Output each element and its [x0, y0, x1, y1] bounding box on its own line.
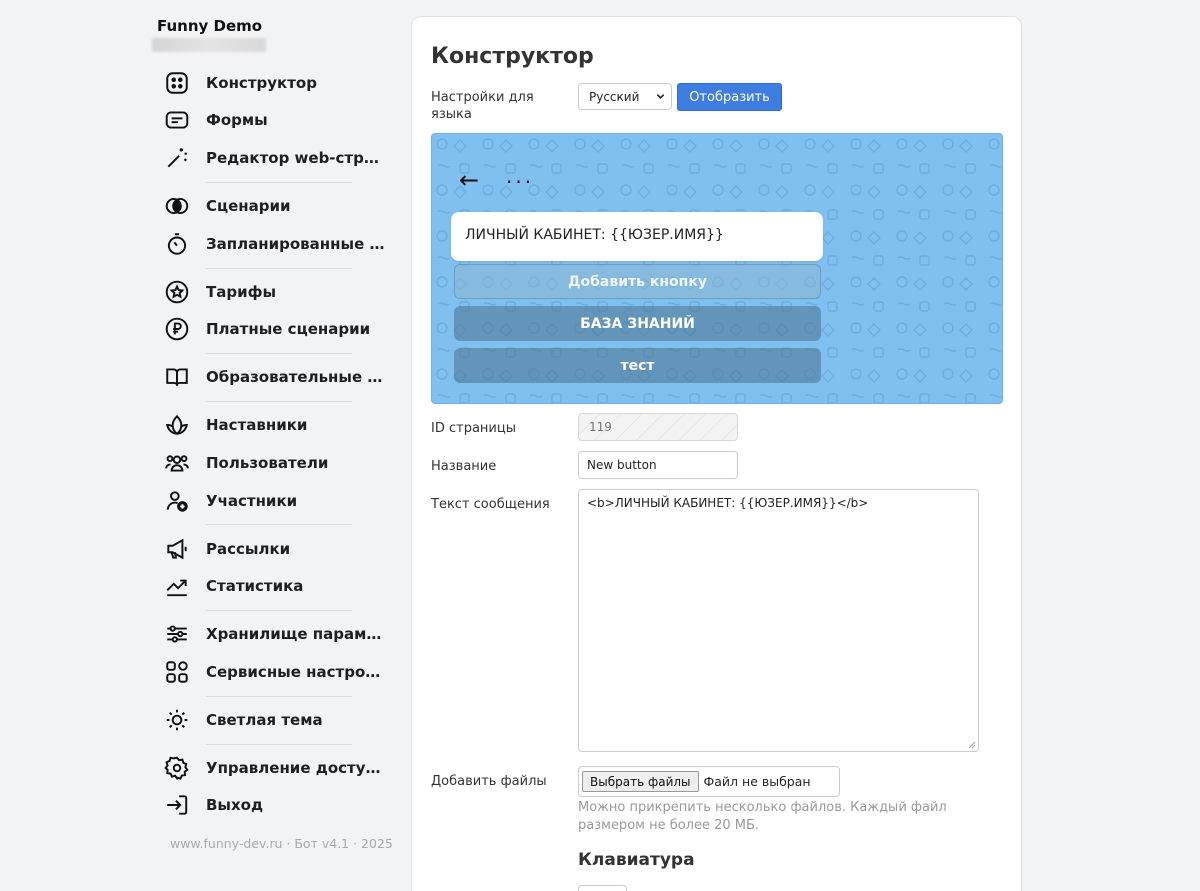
sidebar-item-label: Образовательные м... — [206, 368, 386, 386]
page-title: Конструктор — [431, 44, 594, 69]
main-card: Конструктор Настройки для языка Русский … — [411, 16, 1022, 891]
sidebar-item-mailings[interactable]: Рассылки — [164, 534, 400, 564]
show-button[interactable]: Отобразить — [677, 83, 782, 111]
grid-dots-icon — [166, 72, 188, 94]
sidebar-divider — [206, 744, 352, 745]
user-add-icon — [166, 491, 188, 512]
language-select[interactable]: Русский — [578, 83, 672, 110]
trend-chart-icon — [166, 579, 187, 597]
form-icon — [165, 111, 189, 129]
chevron-down-icon — [656, 94, 665, 99]
keyboard-button-knowledge-base[interactable]: БАЗА ЗНАНИЙ — [454, 306, 821, 341]
sidebar-item-label: Участники — [206, 492, 298, 510]
sidebar-item-label: Конструктор — [206, 74, 317, 92]
users-icon — [165, 455, 189, 472]
sidebar-item-label: Выход — [206, 796, 264, 814]
sidebar-divider — [206, 610, 352, 611]
sidebar-item-web-editor[interactable]: Редактор web-страниц — [164, 143, 400, 173]
sidebar-item-label: Формы — [206, 111, 268, 129]
sidebar-item-label: Хранилище парамет... — [206, 625, 386, 643]
brand-title: Funny Demo — [157, 17, 263, 35]
sidebar-divider — [206, 696, 352, 697]
sidebar-divider — [206, 401, 352, 402]
message-bubble: ЛИЧНЫЙ КАБИНЕТ: {{ЮЗЕР.ИМЯ}} — [451, 212, 823, 261]
keyboard-control-partial[interactable] — [578, 885, 627, 891]
gear-icon — [164, 756, 189, 781]
overlap-circles-icon — [165, 197, 189, 215]
sidebar-item-label: Редактор web-страниц — [206, 149, 386, 167]
sidebar-divider — [206, 268, 352, 269]
back-arrow-icon[interactable]: ← — [459, 166, 479, 194]
sidebar-item-label: Управление доступом — [206, 759, 386, 777]
sidebar-item-users[interactable]: Пользователи — [164, 448, 400, 478]
sidebar-item-tariffs[interactable]: Тарифы — [164, 277, 400, 307]
choose-files-button[interactable]: Выбрать файлы — [582, 771, 699, 792]
file-input[interactable]: Выбрать файлы Файл не выбран — [578, 766, 840, 797]
sidebar-item-paid-scenarios[interactable]: Платные сценарии — [164, 314, 400, 344]
sun-icon — [166, 709, 188, 731]
sidebar-divider — [206, 353, 352, 354]
sliders-icon — [167, 625, 187, 643]
message-text-area[interactable]: <b>ЛИЧНЫЙ КАБИНЕТ: {{ЮЗЕР.ИМЯ}}</b> — [578, 489, 979, 752]
sidebar-item-scenarios[interactable]: Сценарии — [164, 191, 400, 221]
apps-grid-icon — [166, 661, 188, 683]
sidebar-item-logout[interactable]: Выход — [164, 790, 400, 820]
ruble-coin-icon — [165, 317, 189, 341]
sidebar-item-label: Тарифы — [206, 283, 277, 301]
sidebar-item-scheduled[interactable]: Запланированные с... — [164, 229, 400, 259]
telegram-preview: ← ··· ЛИЧНЫЙ КАБИНЕТ: {{ЮЗЕР.ИМЯ}} Добав… — [431, 133, 1003, 404]
sidebar: Funny Demo Конструктор Формы Редактор we… — [150, 0, 400, 891]
sidebar-divider — [206, 524, 352, 525]
sidebar-item-label: Сервисные настройки — [206, 663, 386, 681]
logout-icon — [167, 795, 188, 815]
resize-handle-icon[interactable] — [968, 741, 976, 749]
book-icon — [166, 368, 188, 386]
page-id-label: ID страницы — [431, 421, 516, 436]
sidebar-item-constructor[interactable]: Конструктор — [164, 68, 400, 98]
name-field[interactable]: New button — [578, 451, 738, 479]
keyboard-button-test[interactable]: тест — [454, 348, 821, 383]
sidebar-item-forms[interactable]: Формы — [164, 105, 400, 135]
sidebar-item-label: Светлая тема — [206, 711, 323, 729]
sidebar-item-label: Запланированные с... — [206, 235, 386, 253]
sidebar-item-label: Наставники — [206, 416, 308, 434]
lotus-icon — [166, 414, 188, 435]
sidebar-item-statistics[interactable]: Статистика — [164, 571, 400, 601]
megaphone-icon — [167, 538, 187, 560]
language-settings-label: Настройки для языка — [431, 90, 534, 122]
sidebar-item-participants[interactable]: Участники — [164, 486, 400, 516]
star-badge-icon — [165, 280, 189, 304]
brand-subtitle-blurred — [152, 38, 266, 52]
message-text-label: Текст сообщения — [431, 497, 550, 512]
sidebar-item-mentors[interactable]: Наставники — [164, 410, 400, 440]
add-button-placeholder[interactable]: Добавить кнопку — [454, 264, 821, 299]
stopwatch-icon — [167, 233, 187, 255]
sidebar-item-label: Платные сценарии — [206, 320, 371, 338]
language-select-value: Русский — [589, 89, 640, 104]
sidebar-item-label: Рассылки — [206, 540, 291, 558]
sidebar-item-label: Сценарии — [206, 197, 291, 215]
sidebar-item-label: Пользователи — [206, 454, 329, 472]
sidebar-item-service-settings[interactable]: Сервисные настройки — [164, 657, 400, 687]
footer-text: www.funny-dev.ru · Бот v4.1 · 2025 — [170, 836, 393, 851]
name-label: Название — [431, 459, 497, 474]
sidebar-item-light-theme[interactable]: Светлая тема — [164, 705, 400, 735]
message-text-value: <b>ЛИЧНЫЙ КАБИНЕТ: {{ЮЗЕР.ИМЯ}}</b> — [587, 496, 869, 510]
more-dots-icon[interactable]: ··· — [506, 170, 534, 194]
sidebar-item-access-control[interactable]: Управление доступом — [164, 753, 400, 783]
keyboard-section-title: Клавиатура — [578, 850, 695, 870]
no-file-text: Файл не выбран — [703, 774, 811, 789]
files-hint: Можно прикрепить несколько файлов. Кажды… — [578, 800, 947, 833]
add-files-label: Добавить файлы — [431, 774, 547, 789]
sidebar-item-education[interactable]: Образовательные м... — [164, 362, 400, 392]
sidebar-divider — [206, 182, 352, 183]
sidebar-item-label: Статистика — [206, 577, 304, 595]
magic-wand-icon — [167, 148, 187, 168]
page-id-field: 119 — [578, 413, 738, 441]
sidebar-item-parameter-storage[interactable]: Хранилище парамет... — [164, 619, 400, 649]
